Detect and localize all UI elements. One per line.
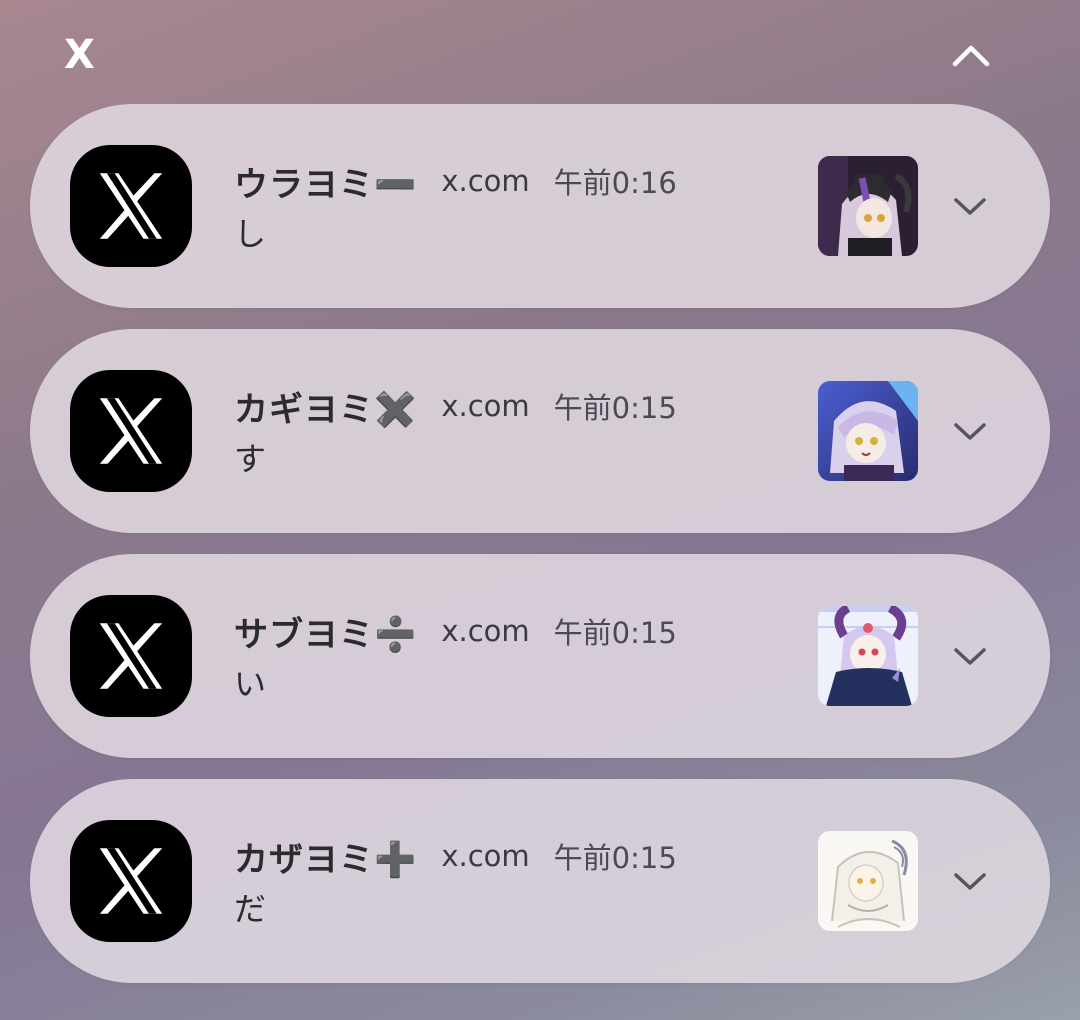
avatar-image [818,381,918,481]
notification-source: x.com [441,164,530,198]
avatar-image [818,156,918,256]
notification-message: す [234,440,267,478]
notification-group-header: X [0,0,1080,104]
notification-title-row: ウラヨミ➖ x.com 午前0:16 [234,156,677,206]
notification-message: だ [234,890,267,928]
chevron-down-icon [954,423,986,440]
notification-title-row: カギヨミ✖️ x.com 午前0:15 [234,381,677,431]
x-logo-icon [70,145,192,267]
notification-sender: ウラヨミ➖ [234,164,418,205]
expand-notification-button[interactable] [942,180,998,232]
expand-notification-button[interactable] [942,630,998,682]
notification-card[interactable]: カギヨミ✖️ x.com 午前0:15 す [30,329,1050,533]
notification-message: し [234,215,267,253]
notification-sender: カザヨミ➕ [234,839,418,880]
notification-time: 午前0:15 [553,841,677,875]
chevron-down-icon [954,873,986,890]
notification-message: い [234,665,267,703]
expand-notification-button[interactable] [942,855,998,907]
chevron-down-icon [954,198,986,215]
notification-card[interactable]: カザヨミ➕ x.com 午前0:15 だ [30,779,1050,983]
x-logo-icon [70,370,192,492]
avatar-image [818,831,918,931]
avatar-image [818,606,918,706]
notification-card[interactable]: サブヨミ➗ x.com 午前0:15 い [30,554,1050,758]
notification-time: 午前0:16 [553,166,677,200]
notification-sender: サブヨミ➗ [234,614,418,655]
x-logo-icon [70,820,192,942]
notification-sender: カギヨミ✖️ [234,389,418,430]
notification-source: x.com [441,389,530,423]
group-app-name: X [64,32,95,78]
x-logo-icon [70,595,192,717]
collapse-group-button[interactable] [946,30,996,80]
notification-time: 午前0:15 [553,391,677,425]
notification-source: x.com [441,614,530,648]
expand-notification-button[interactable] [942,405,998,457]
notification-card[interactable]: ウラヨミ➖ x.com 午前0:16 し [30,104,1050,308]
chevron-up-icon [952,45,990,67]
notification-time: 午前0:15 [553,616,677,650]
notification-title-row: サブヨミ➗ x.com 午前0:15 [234,606,677,656]
chevron-down-icon [954,648,986,665]
notification-title-row: カザヨミ➕ x.com 午前0:15 [234,831,677,881]
notification-source: x.com [441,839,530,873]
